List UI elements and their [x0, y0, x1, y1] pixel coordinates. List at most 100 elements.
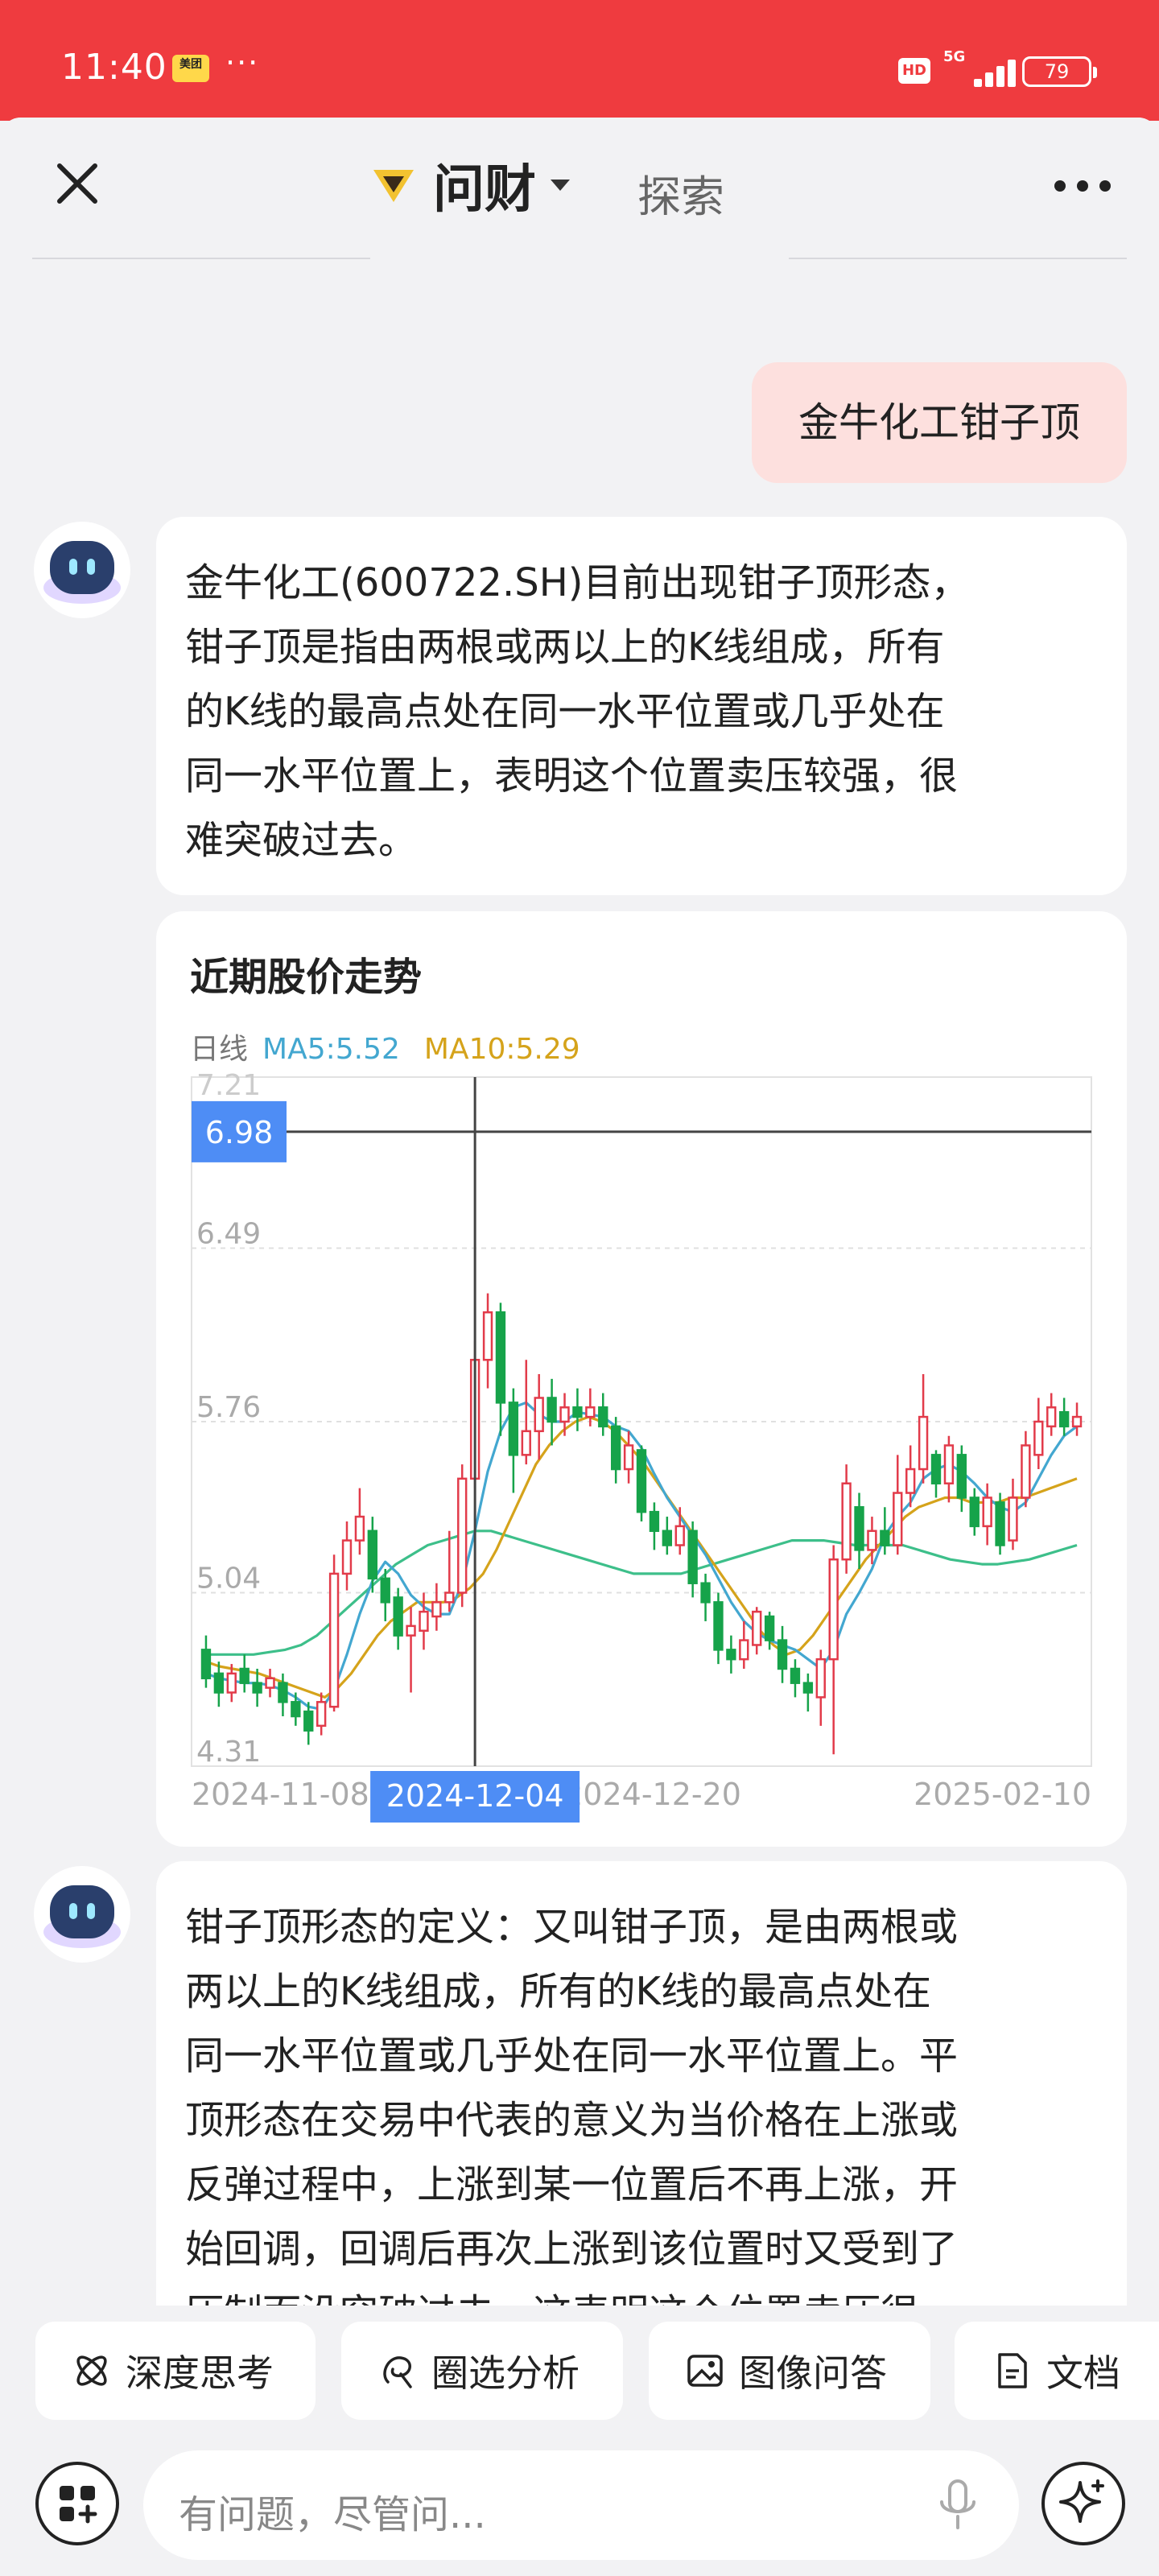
candle-body: [239, 1667, 250, 1684]
candle-body: [764, 1615, 775, 1641]
ai-assistant-button[interactable]: [1041, 2462, 1125, 2545]
candle-body: [982, 1496, 992, 1528]
x-tick-label: 2024-11-08: [192, 1777, 369, 1812]
chat-sheet: 问财 探索 金牛化工钳子顶 金牛化工(600722.SH)目前出现钳子顶形态， …: [0, 118, 1159, 2576]
image-qa-button[interactable]: 图像问答: [649, 2322, 930, 2420]
candle-body: [585, 1406, 596, 1418]
candle-body: [457, 1477, 468, 1594]
tab-explore[interactable]: 探索: [637, 161, 724, 225]
bot-reply-card: 金牛化工(600722.SH)目前出现钳子顶形态， 钳子顶是指由两根或两以上的K…: [156, 517, 1127, 895]
candle-body: [278, 1682, 288, 1703]
candle-body: [726, 1649, 736, 1661]
more-options-icon[interactable]: [1054, 180, 1111, 192]
candle-body: [495, 1311, 506, 1404]
y-tick-label: 6.49: [196, 1218, 261, 1251]
image-icon: [687, 2355, 723, 2387]
candle-body: [393, 1596, 403, 1637]
candle-body: [1071, 1415, 1083, 1428]
hd-icon: HD: [898, 58, 930, 84]
document-qa-button[interactable]: 文档: [955, 2322, 1159, 2420]
candle-body: [662, 1530, 673, 1546]
candle-body: [1021, 1444, 1031, 1499]
deep-think-label: 深度思考: [126, 2351, 274, 2395]
candle-body: [444, 1591, 455, 1604]
battery-icon: 79: [1022, 56, 1097, 87]
apps-button[interactable]: [35, 2462, 119, 2545]
welcome-divider: [0, 245, 1159, 285]
document-icon: [998, 2353, 1027, 2388]
y-tick-label: 5.76: [196, 1391, 261, 1424]
candle-body: [636, 1449, 647, 1513]
microphone-icon[interactable]: [932, 2478, 984, 2534]
candle-body: [200, 1649, 212, 1680]
candle-body: [508, 1402, 519, 1456]
candle-body: [559, 1406, 570, 1423]
circle-analysis-button[interactable]: 圈选分析: [341, 2322, 623, 2420]
crosshair-price-label: 6.98: [205, 1115, 274, 1150]
candle-body: [252, 1682, 262, 1694]
user-message: 金牛化工钳子顶: [752, 362, 1127, 483]
input-placeholder: 有问题，尽管问...: [179, 2492, 486, 2537]
candle-body: [943, 1444, 955, 1484]
candle-body: [598, 1406, 608, 1428]
header: 问财 探索: [0, 118, 1159, 254]
candle-body: [534, 1397, 544, 1433]
candle-body: [367, 1530, 378, 1580]
candle-body: [918, 1415, 929, 1471]
candle-body: [316, 1701, 327, 1728]
candle-body: [700, 1582, 711, 1604]
candle-body: [674, 1525, 685, 1546]
candle-body: [777, 1639, 788, 1670]
x-tick-label: 2025-02-10: [914, 1777, 1091, 1812]
sparkle-icon: [1059, 2479, 1104, 2523]
stock-chart-card: 近期股价走势 日线 MA5:5.52 MA10:5.29 6.49 5.76 5.04 4…: [156, 911, 1127, 1847]
candle-body: [752, 1610, 762, 1646]
crosshair-date-label: 2024-12-04: [386, 1778, 564, 1814]
document-qa-label: 文档: [1046, 2351, 1120, 2395]
lasso-icon: [383, 2356, 412, 2388]
close-icon[interactable]: [52, 158, 103, 209]
candle-body: [790, 1667, 801, 1684]
y-tick-label: 4.31: [196, 1736, 261, 1769]
candle-body: [354, 1515, 365, 1542]
question-input[interactable]: 有问题，尽管问...: [143, 2450, 1019, 2560]
candle-body: [880, 1530, 890, 1546]
candle-body: [226, 1672, 237, 1694]
atom-icon: [76, 2355, 107, 2386]
candle-body: [893, 1492, 903, 1546]
bot-reply-text-2: 钳子顶形态的定义：又叫钳子顶，是由两根或 两以上的K线组成，所有的K线的最高点处…: [185, 1905, 959, 2336]
deep-think-button[interactable]: 深度思考: [35, 2322, 316, 2420]
candle-body: [431, 1601, 442, 1618]
candle-body: [1058, 1410, 1070, 1428]
bot-avatar: [34, 1866, 130, 1963]
candle-body: [341, 1539, 353, 1575]
bottom-bar: 深度思考 圈选分析 图像问答 文档 有问题，尽管问...: [0, 2306, 1159, 2576]
candle-body: [649, 1510, 660, 1533]
candle-body: [905, 1468, 916, 1494]
brand-switcher[interactable]: 问财: [370, 153, 570, 220]
wencai-logo-icon: [373, 170, 414, 202]
candle-body: [291, 1701, 301, 1718]
candle-body: [841, 1482, 852, 1561]
candle-body: [956, 1454, 967, 1499]
candle-body: [482, 1311, 493, 1361]
candle-body: [739, 1639, 749, 1661]
network-type: 5G: [943, 48, 966, 65]
candle-body: [802, 1682, 814, 1694]
candle-body: [687, 1530, 698, 1584]
candle-body: [406, 1624, 416, 1637]
candle-body: [1008, 1496, 1018, 1542]
y-tick-label: 7.21: [196, 1069, 261, 1102]
candlestick-chart[interactable]: 6.49 5.76 5.04 4.31 7.21 6.98 2024-11-08 2024-1…: [156, 911, 1127, 1847]
candle-body: [1033, 1420, 1044, 1456]
candle-body: [713, 1601, 724, 1651]
status-more-icon: ···: [225, 45, 260, 80]
candle-body: [265, 1677, 275, 1689]
candle-body: [610, 1425, 621, 1471]
candle-body: [521, 1430, 531, 1456]
circle-analysis-label: 圈选分析: [431, 2351, 580, 2395]
candle-body: [867, 1530, 877, 1551]
image-qa-label: 图像问答: [739, 2351, 887, 2395]
candle-body: [213, 1672, 225, 1694]
bot-reply-text: 金牛化工(600722.SH)目前出现钳子顶形态， 钳子顶是指由两根或两以上的K…: [185, 560, 970, 863]
